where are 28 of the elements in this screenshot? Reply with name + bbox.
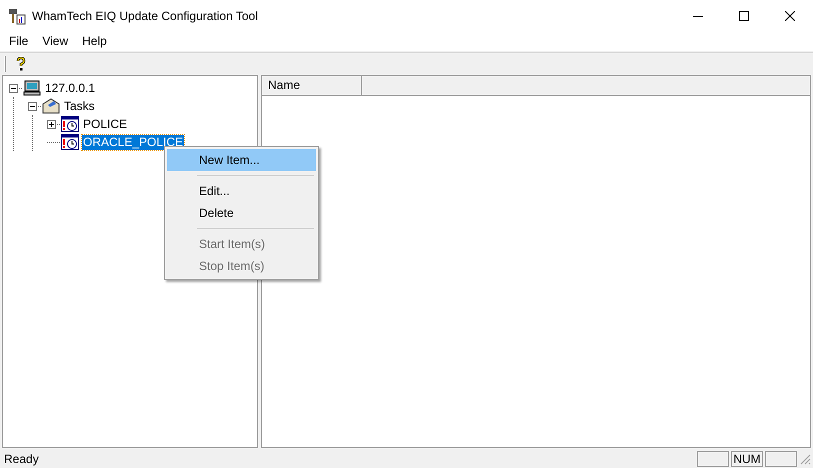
tree-item[interactable]: ORACLE_POLICE	[82, 134, 184, 150]
question-mark-icon	[16, 56, 26, 70]
maximize-icon	[739, 10, 749, 20]
collapse-toggle[interactable]	[28, 102, 37, 110]
menu-item[interactable]: File	[2, 32, 36, 50]
task-clock-icon	[61, 134, 79, 150]
menu-item[interactable]: View	[35, 32, 76, 50]
resize-grip-icon	[799, 452, 811, 464]
status-indicator: NUM	[731, 450, 763, 466]
status-pane	[697, 450, 729, 466]
tree-item[interactable]: POLICE	[82, 116, 128, 132]
context-menu-item[interactable]: New Item...	[167, 149, 316, 171]
folder-icon	[42, 98, 60, 114]
expand-toggle[interactable]	[47, 120, 56, 128]
task-clock-icon	[61, 116, 79, 132]
status-text: Ready	[3, 450, 40, 468]
tree-item[interactable]: Tasks	[63, 98, 96, 114]
tree-item[interactable]: 127.0.0.1	[44, 80, 96, 96]
context-menu-item[interactable]: Delete	[167, 202, 316, 224]
status-pane	[765, 450, 797, 466]
computer-icon	[23, 80, 41, 96]
app-icon	[8, 6, 26, 24]
menu-item[interactable]: Help	[75, 32, 114, 50]
context-menu-item[interactable]: Edit...	[167, 180, 316, 202]
column-header[interactable]: Name	[262, 76, 362, 96]
collapse-toggle[interactable]	[9, 84, 18, 92]
close-icon	[785, 10, 795, 20]
window-title: WhamTech EIQ Update Configuration Tool	[32, 8, 258, 24]
